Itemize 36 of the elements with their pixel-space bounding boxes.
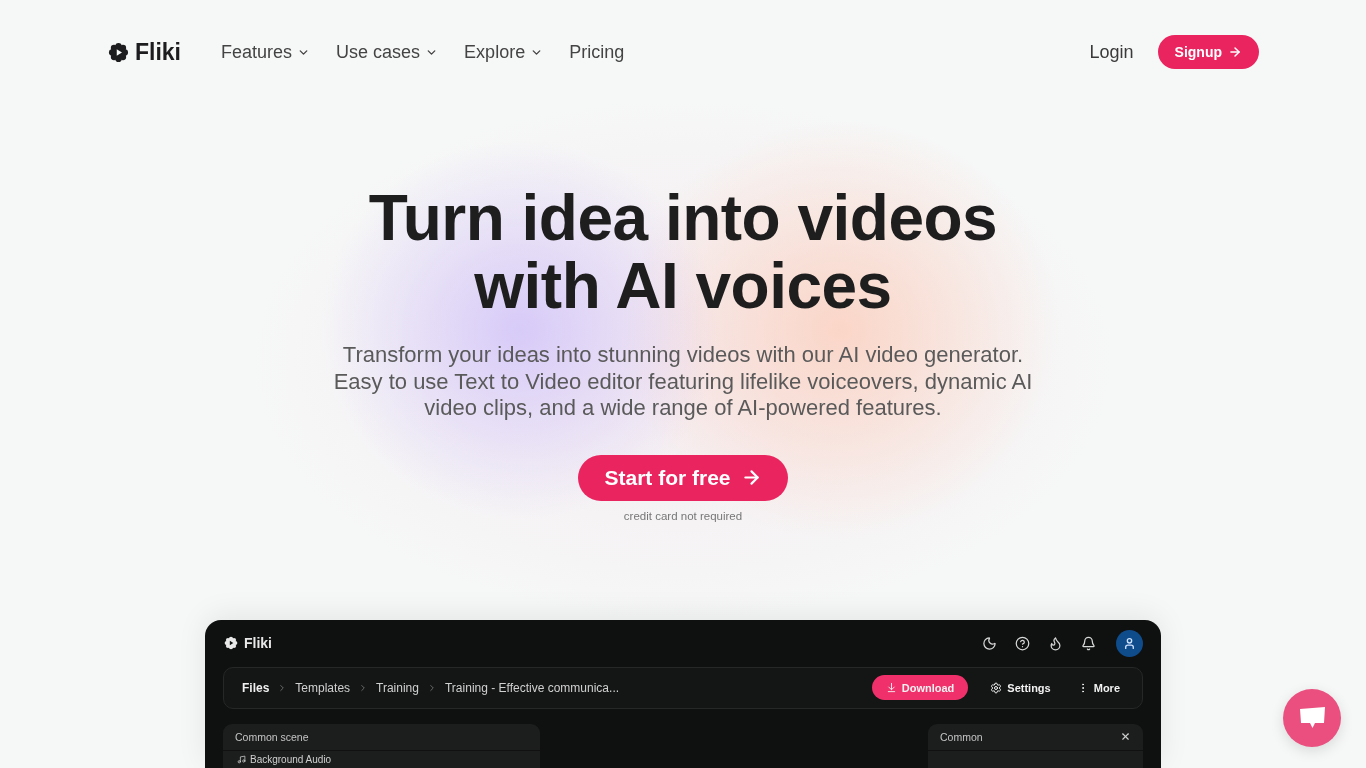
download-button[interactable]: Download	[871, 675, 969, 700]
logo-text[interactable]: Fliki	[135, 38, 181, 66]
settings-icon	[990, 681, 1003, 694]
avatar-icon[interactable]	[1116, 629, 1143, 657]
settings-button[interactable]: Settings	[986, 675, 1055, 700]
login-link[interactable]: Login	[1089, 41, 1134, 63]
bell-icon[interactable]	[1081, 635, 1096, 651]
nav-link[interactable]: Pricing	[569, 41, 625, 63]
breadcrumb-link[interactable]: Training - Effective communica...	[445, 680, 620, 695]
logo-text: Fliki	[244, 635, 272, 651]
hero-title: Turn idea into videos with AI voices	[367, 184, 999, 320]
logo-icon	[224, 636, 238, 650]
breadcrumb-link[interactable]: Templates	[295, 680, 351, 695]
download-icon	[885, 682, 897, 693]
music-note-icon	[237, 754, 246, 764]
chevron-right-icon	[427, 682, 437, 693]
panel-title: Common scene	[235, 730, 309, 743]
moon-icon[interactable]	[982, 635, 997, 651]
credit-card-note: credit card not required	[623, 509, 743, 522]
nav-dropdown[interactable]: Features	[221, 41, 311, 63]
nav-dropdown[interactable]: Explore	[464, 41, 544, 63]
chat-bubble-icon	[1298, 706, 1326, 730]
chat-button[interactable]	[1283, 689, 1341, 747]
hero-subtitle: Transform your ideas into stunning videos with our AI video generator. Easy to use Text to Video editor featuring lifelike voiceovers, dynamic AI video clips, and a wide range of AI-powered features.	[332, 342, 1034, 422]
flame-icon[interactable]	[1048, 635, 1063, 651]
breadcrumb-link[interactable]: Training	[376, 680, 419, 695]
logo-icon	[108, 41, 129, 63]
nav-dropdown[interactable]: Use cases	[336, 41, 439, 63]
signup-button[interactable]: Signup	[1157, 35, 1259, 69]
panel-row-text[interactable]: Background Audio	[250, 753, 332, 765]
panel-title: Common	[940, 730, 983, 743]
more-button[interactable]: More	[1072, 675, 1124, 700]
close-button[interactable]	[1120, 731, 1131, 742]
breadcrumb-link[interactable]: Files	[242, 680, 270, 695]
help-icon[interactable]	[1015, 635, 1030, 651]
start-button[interactable]: Start for free	[578, 454, 788, 501]
